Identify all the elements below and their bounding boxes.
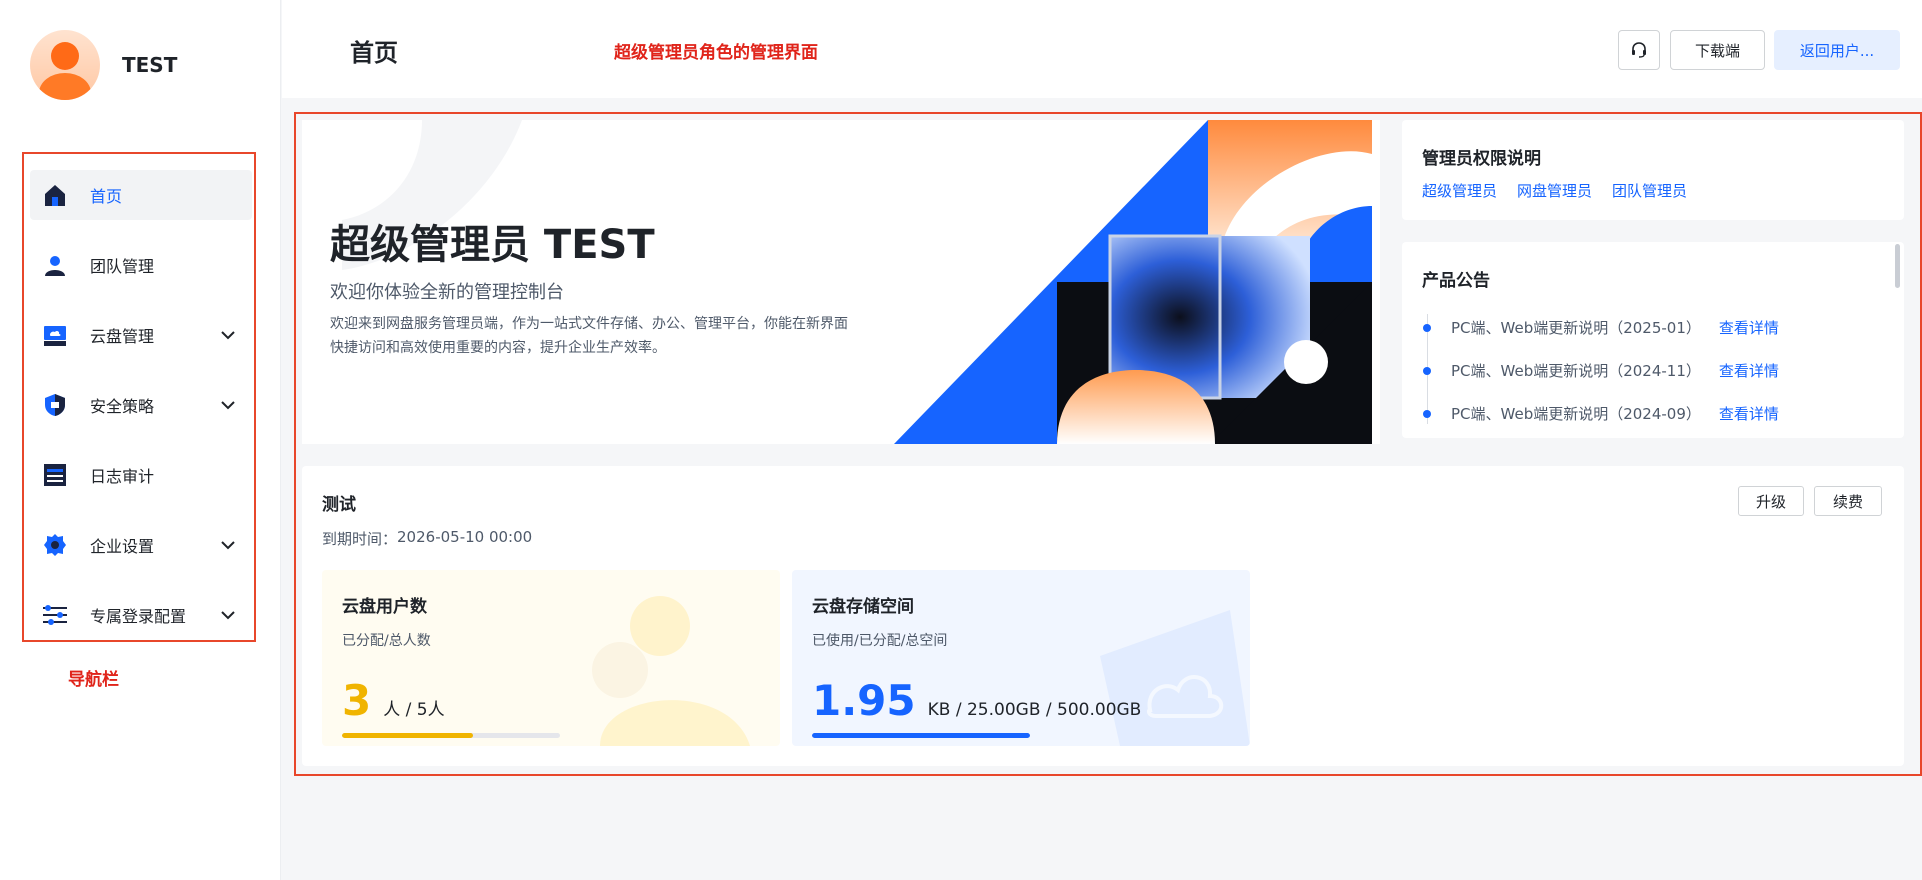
users-progress-fill <box>342 733 473 738</box>
view-details-link[interactable]: 查看详情 <box>1719 360 1779 381</box>
banner-description: 欢迎来到网盘服务管理员端，作为一站式文件存储、办公、管理平台，你能在新界面快捷访… <box>330 316 848 356</box>
admin-permissions-card: 管理员权限说明 超级管理员 网盘管理员 团队管理员 <box>1402 120 1904 220</box>
page-title: 首页 <box>350 39 398 67</box>
product-announcements-card: 产品公告 PC端、Web端更新说明（2025-01） 查看详情 PC端、Web端… <box>1402 242 1904 438</box>
stat-detail: KB / 25.00GB / 500.00GB <box>927 700 1142 720</box>
stat-detail: 人 / 5人 <box>383 700 445 720</box>
list-item: PC端、Web端更新说明（2024-11） 查看详情 <box>1422 349 1779 392</box>
stat-value-row: 3 人 / 5人 <box>342 676 445 725</box>
banner-illustration <box>894 120 1372 444</box>
stat-value: 1.95 <box>812 676 916 725</box>
expiry-label: 到期时间： <box>322 530 398 548</box>
users-progress-bar <box>342 733 560 738</box>
banner-subtitle: 欢迎你体验全新的管理控制台 <box>330 282 564 303</box>
view-details-link[interactable]: 查看详情 <box>1719 403 1779 424</box>
stat-title: 云盘存储空间 <box>812 597 914 617</box>
stat-title: 云盘用户数 <box>342 597 427 617</box>
upgrade-button[interactable]: 升级 <box>1738 486 1804 516</box>
expiry-value: 2026-05-10 00:00 <box>397 528 533 546</box>
profile[interactable]: TEST <box>30 30 177 100</box>
permission-links: 超级管理员 网盘管理员 团队管理员 <box>1422 180 1707 201</box>
stat-value-row: 1.95 KB / 25.00GB / 500.00GB <box>812 676 1141 725</box>
nav-annotation: 导航栏 <box>68 670 119 690</box>
header-annotation: 超级管理员角色的管理界面 <box>614 43 818 63</box>
cloud-storage-stat-card: 云盘存储空间 已使用/已分配/总空间 1.95 KB / 25.00GB / 5… <box>792 570 1250 746</box>
announcements-scrollbar[interactable] <box>1895 244 1900 288</box>
stat-value: 3 <box>342 676 372 725</box>
users-decoration <box>592 596 750 746</box>
profile-name: TEST <box>122 53 178 77</box>
avatar <box>30 30 100 100</box>
stat-subtitle: 已使用/已分配/总空间 <box>812 633 948 649</box>
welcome-banner: 超级管理员 TEST 欢迎你体验全新的管理控制台 欢迎来到网盘服务管理员端，作为… <box>302 120 1380 444</box>
plan-card: 测试 到期时间： 2026-05-10 00:00 升级 续费 云盘用户数 已分… <box>302 466 1904 766</box>
list-item: PC端、Web端更新说明（2024-09） 查看详情 <box>1422 392 1779 435</box>
link-team-admin[interactable]: 团队管理员 <box>1612 180 1687 201</box>
plan-name: 测试 <box>322 495 356 515</box>
timeline-dot <box>1423 323 1431 332</box>
announcements-list: PC端、Web端更新说明（2025-01） 查看详情 PC端、Web端更新说明（… <box>1422 306 1779 435</box>
renew-button[interactable]: 续费 <box>1814 486 1882 516</box>
stat-subtitle: 已分配/总人数 <box>342 633 431 649</box>
link-drive-admin[interactable]: 网盘管理员 <box>1517 180 1592 201</box>
support-button[interactable] <box>1618 30 1660 70</box>
timeline-dot <box>1423 366 1431 375</box>
banner-title: 超级管理员 TEST <box>330 222 655 268</box>
announcement-text: PC端、Web端更新说明（2024-09） <box>1451 405 1701 423</box>
headset-icon <box>1632 42 1646 58</box>
cloud-users-stat-card: 云盘用户数 已分配/总人数 3 人 / 5人 <box>322 570 780 746</box>
storage-progress-fill <box>812 733 1030 738</box>
plan-expiry: 到期时间： 2026-05-10 00:00 <box>322 528 532 549</box>
banner-bg-shape <box>342 120 522 270</box>
storage-progress-bar <box>812 733 1030 738</box>
timeline-dot <box>1423 409 1431 418</box>
announcement-text: PC端、Web端更新说明（2025-01） <box>1451 319 1701 337</box>
view-details-link[interactable]: 查看详情 <box>1719 317 1779 338</box>
nav-highlight-box <box>22 152 256 642</box>
download-client-button[interactable]: 下载端 <box>1670 30 1765 70</box>
announcement-text: PC端、Web端更新说明（2024-11） <box>1451 362 1701 380</box>
link-super-admin[interactable]: 超级管理员 <box>1422 180 1497 201</box>
list-item: PC端、Web端更新说明（2025-01） 查看详情 <box>1422 306 1779 349</box>
back-to-user-button[interactable]: 返回用户... <box>1774 30 1900 70</box>
permissions-title: 管理员权限说明 <box>1422 149 1541 169</box>
announcements-title: 产品公告 <box>1422 271 1490 291</box>
header: 首页 超级管理员角色的管理界面 下载端 返回用户... <box>282 0 1922 98</box>
